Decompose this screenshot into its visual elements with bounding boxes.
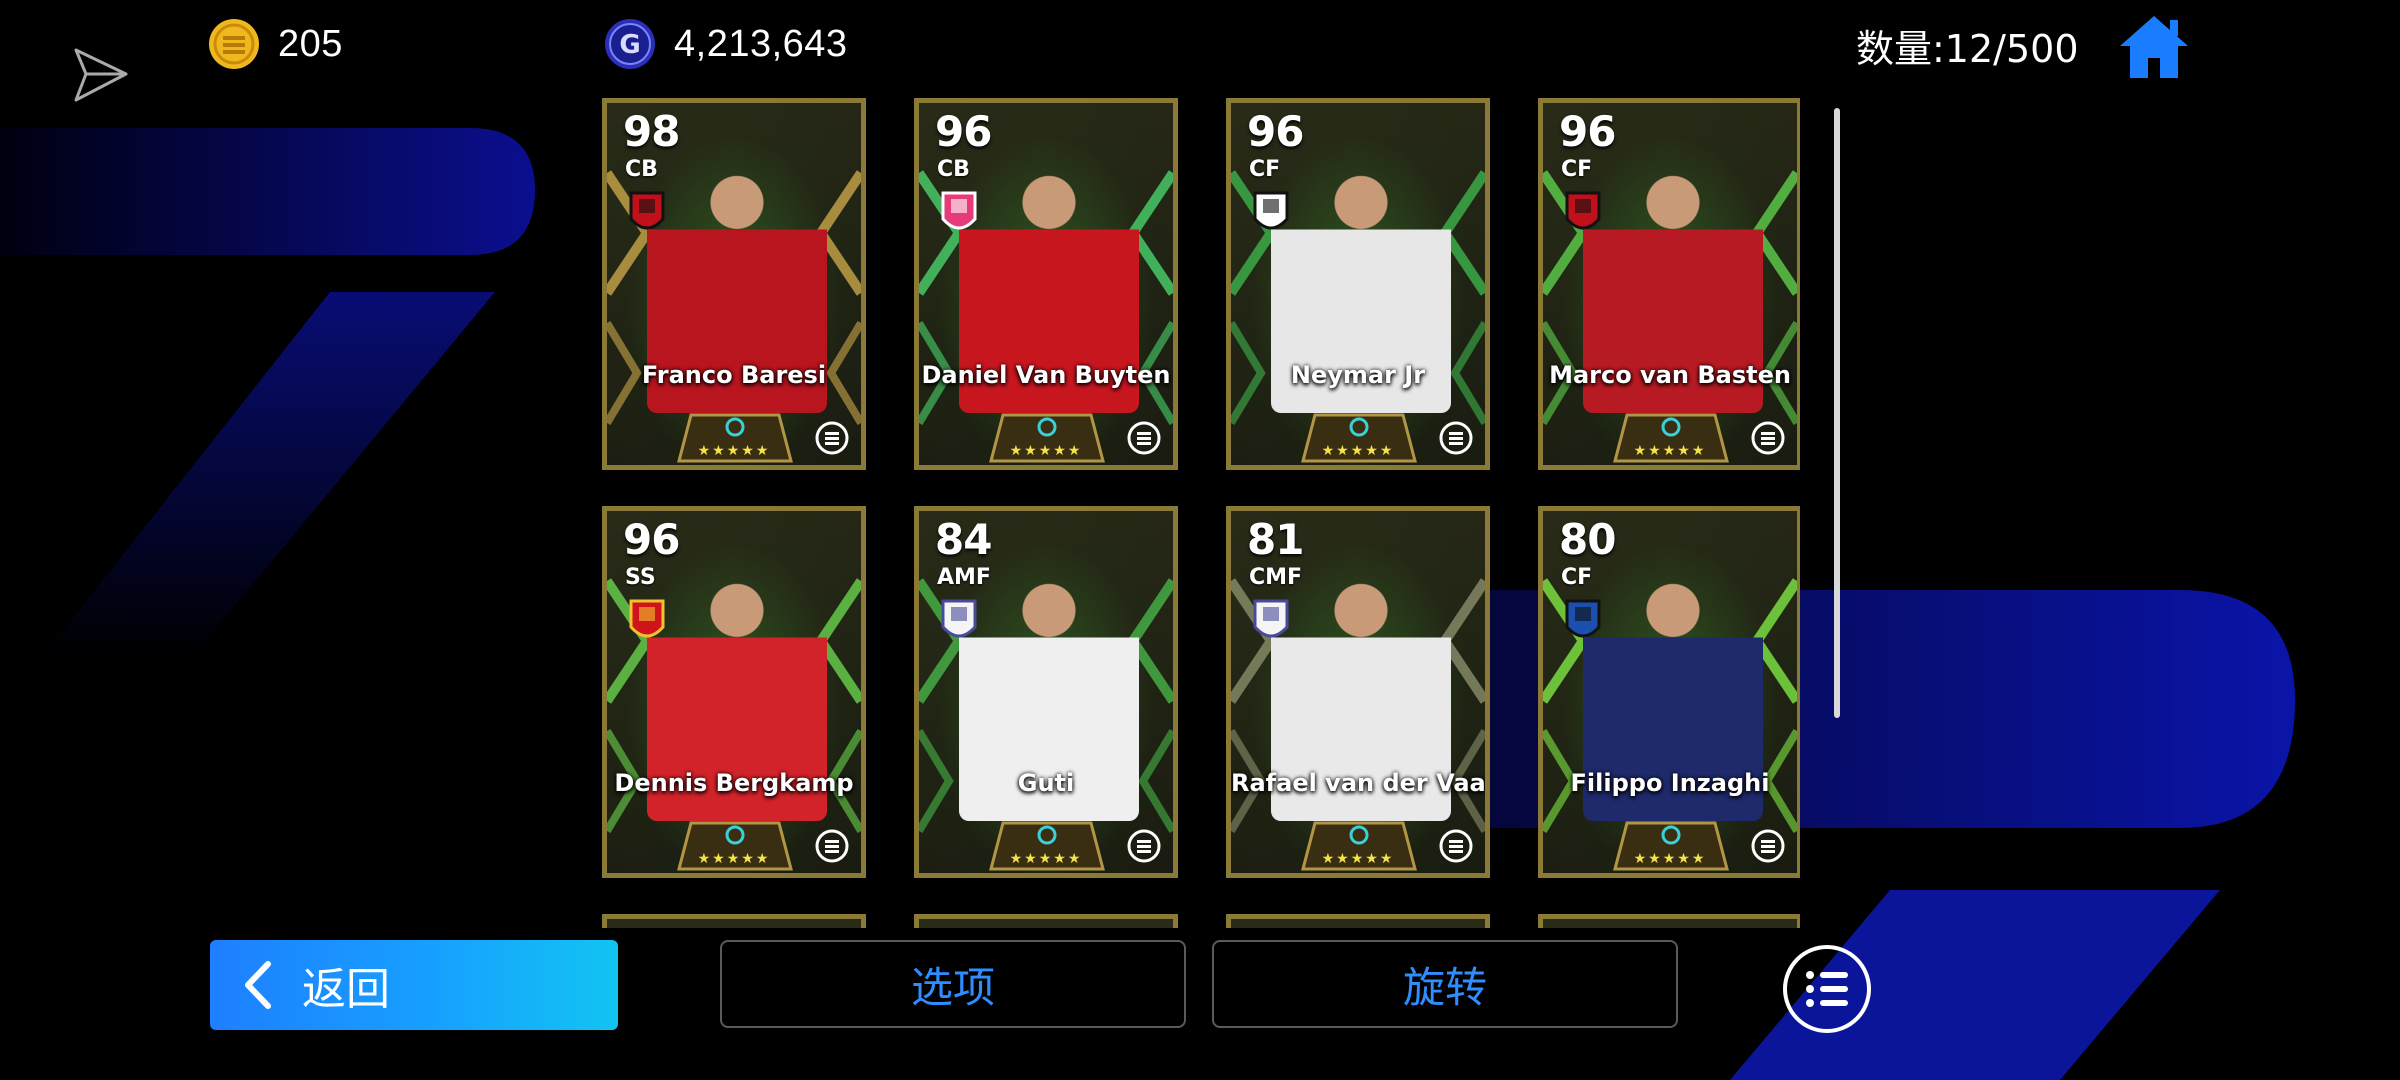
back-button-label: 返回 [302,964,390,1015]
player-card-partial[interactable] [914,914,1178,928]
efootball-logo-icon [1439,421,1473,455]
list-icon[interactable] [1782,944,1872,1034]
efootball-logo-icon [1439,829,1473,863]
player-card[interactable]: 96 SS Dennis Bergkamp ★★★★★ [602,506,866,878]
player-rating: 96 [1559,107,1616,156]
player-card[interactable]: 96 CB Daniel Van Buyten ★★★★★ [914,98,1178,470]
player-position: CF [1561,157,1593,182]
club-badge-icon [1565,191,1601,230]
chevron-left-icon [245,961,271,1009]
player-name: Rafael van der Vaart [1231,769,1490,797]
efootball-logo-icon [1751,421,1785,455]
player-card[interactable]: 81 CMF Rafael van der Vaart ★★★★★ [1226,506,1490,878]
efootball-logo-icon [815,421,849,455]
efootball-logo-icon [1751,829,1785,863]
ecoin-amount: 205 [278,22,343,65]
player-rating: 81 [1247,515,1304,564]
back-button[interactable]: 返回 [210,940,618,1030]
player-position: CMF [1249,565,1303,590]
player-card[interactable]: 96 CF Marco van Basten ★★★★★ [1538,98,1800,470]
player-card-grid: 98 CB Franco Baresi ★★★★★ 96 CB Daniel Van Buy… [600,98,1800,928]
collection-screen: 205 G 4,213,643 数量:12/500 98 CB Franco Bar… [0,0,2400,1080]
player-rating: 96 [935,107,992,156]
club-badge-icon [941,191,977,230]
player-card-partial[interactable] [1226,914,1490,928]
collection-count: 数量:12/500 [1856,27,2079,71]
player-position: AMF [937,565,991,590]
scrollbar[interactable] [1834,108,1840,718]
gp-amount: 4,213,643 [674,22,848,65]
player-name: Filippo Inzaghi [1570,769,1770,797]
club-badge-icon [629,191,665,230]
player-position: CF [1561,565,1593,590]
player-name: Dennis Bergkamp [614,769,854,797]
player-card-partial[interactable] [602,914,866,928]
efootball-logo-icon [1127,421,1161,455]
gp-coin-icon: G [605,19,655,69]
club-badge-icon [1253,599,1289,638]
svg-text:G: G [619,30,640,60]
options-button[interactable]: 选项 [720,940,1186,1028]
player-position: CB [625,157,658,182]
player-rating: 80 [1559,515,1616,564]
club-badge-icon [1253,191,1289,230]
club-badge-icon [941,599,977,638]
ecoin-balance: 205 [208,14,343,74]
player-name: Daniel Van Buyten [921,361,1171,389]
club-badge-icon [629,599,665,638]
efootball-logo-icon [1127,829,1161,863]
efootball-logo-icon [815,829,849,863]
rotate-button[interactable]: 旋转 [1212,940,1678,1028]
club-badge-icon [1565,599,1601,638]
player-card[interactable]: 84 AMF Guti ★★★★★ [914,506,1178,878]
ecoin-icon [209,19,259,69]
player-position: CF [1249,157,1281,182]
player-name: Marco van Basten [1549,361,1791,389]
options-button-label: 选项 [910,962,995,1012]
home-icon[interactable] [2118,12,2190,80]
player-card-partial[interactable] [1538,914,1800,928]
player-position: CB [937,157,970,182]
rotate-button-label: 旋转 [1402,962,1487,1012]
player-name: Guti [1017,769,1075,797]
player-rating: 84 [935,515,992,564]
player-rating: 98 [623,107,680,156]
gp-balance: G 4,213,643 [604,14,848,74]
player-card[interactable]: 96 CF Neymar Jr ★★★★★ [1226,98,1490,470]
player-card[interactable]: 98 CB Franco Baresi ★★★★★ [602,98,866,470]
player-name: Franco Baresi [641,361,827,389]
player-rating: 96 [623,515,680,564]
send-icon[interactable] [70,44,132,106]
player-name: Neymar Jr [1290,361,1426,389]
player-position: SS [625,565,656,590]
player-card[interactable]: 80 CF Filippo Inzaghi ★★★★★ [1538,506,1800,878]
player-rating: 96 [1247,107,1304,156]
